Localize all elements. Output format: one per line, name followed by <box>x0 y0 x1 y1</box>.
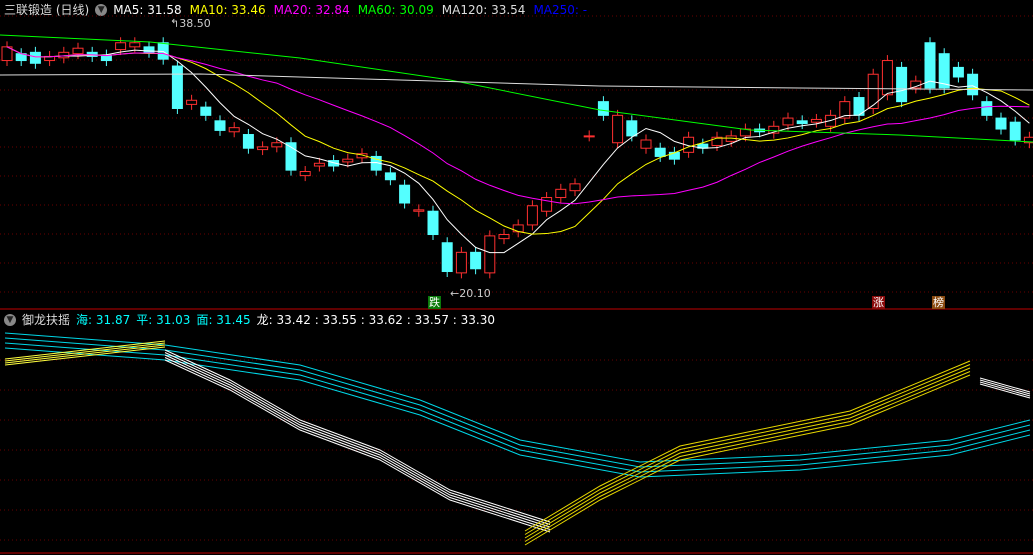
up-tag[interactable]: 涨 <box>872 296 885 309</box>
high-price-label: ↰38.50 <box>170 17 211 30</box>
candle <box>313 162 325 167</box>
candle <box>626 120 638 137</box>
ma-line <box>6 46 1030 205</box>
candle <box>242 134 254 149</box>
candle <box>654 147 666 157</box>
candle <box>512 224 524 233</box>
long-line <box>524 371 971 542</box>
candle <box>214 120 226 131</box>
candle <box>441 242 453 273</box>
kline-chart[interactable] <box>0 0 1033 555</box>
long-line <box>979 379 1031 395</box>
candle <box>526 205 538 226</box>
candle <box>498 234 510 240</box>
candle <box>569 183 581 192</box>
candle <box>413 209 425 212</box>
candle <box>257 146 269 151</box>
candle <box>952 66 964 78</box>
candle <box>58 51 70 59</box>
candle <box>342 158 354 163</box>
candle <box>484 235 496 274</box>
candle <box>810 118 822 123</box>
candle <box>995 117 1007 130</box>
candle <box>271 142 283 148</box>
candle <box>129 42 141 48</box>
candle <box>455 251 467 274</box>
candle <box>881 60 893 96</box>
rank-tag[interactable]: 榜 <box>932 296 945 309</box>
low-price-label: ←20.10 <box>450 287 491 300</box>
candle <box>867 73 879 109</box>
candle <box>597 101 609 116</box>
candle <box>470 251 482 270</box>
hai-ping-line <box>4 332 1031 463</box>
candle <box>640 139 652 149</box>
candle <box>171 65 183 109</box>
candle <box>541 197 553 212</box>
candle <box>299 171 311 177</box>
candle <box>1009 121 1021 141</box>
candle <box>427 210 439 236</box>
candle <box>399 184 411 204</box>
candle <box>981 101 993 116</box>
long-line <box>164 354 551 528</box>
candle <box>186 99 198 105</box>
candle <box>782 117 794 126</box>
long-line <box>164 349 551 523</box>
long-line <box>979 383 1031 399</box>
candle <box>796 120 808 125</box>
candle <box>29 51 41 64</box>
candle <box>200 106 212 116</box>
candle <box>72 47 84 55</box>
candle <box>115 42 127 51</box>
down-tag[interactable]: 跌 <box>428 296 441 309</box>
long-line <box>979 381 1031 397</box>
candle <box>583 135 595 138</box>
candle <box>384 172 396 181</box>
candle <box>967 73 979 96</box>
candle <box>555 188 567 199</box>
candle <box>228 127 240 133</box>
candle <box>612 114 624 144</box>
candle <box>896 66 908 103</box>
